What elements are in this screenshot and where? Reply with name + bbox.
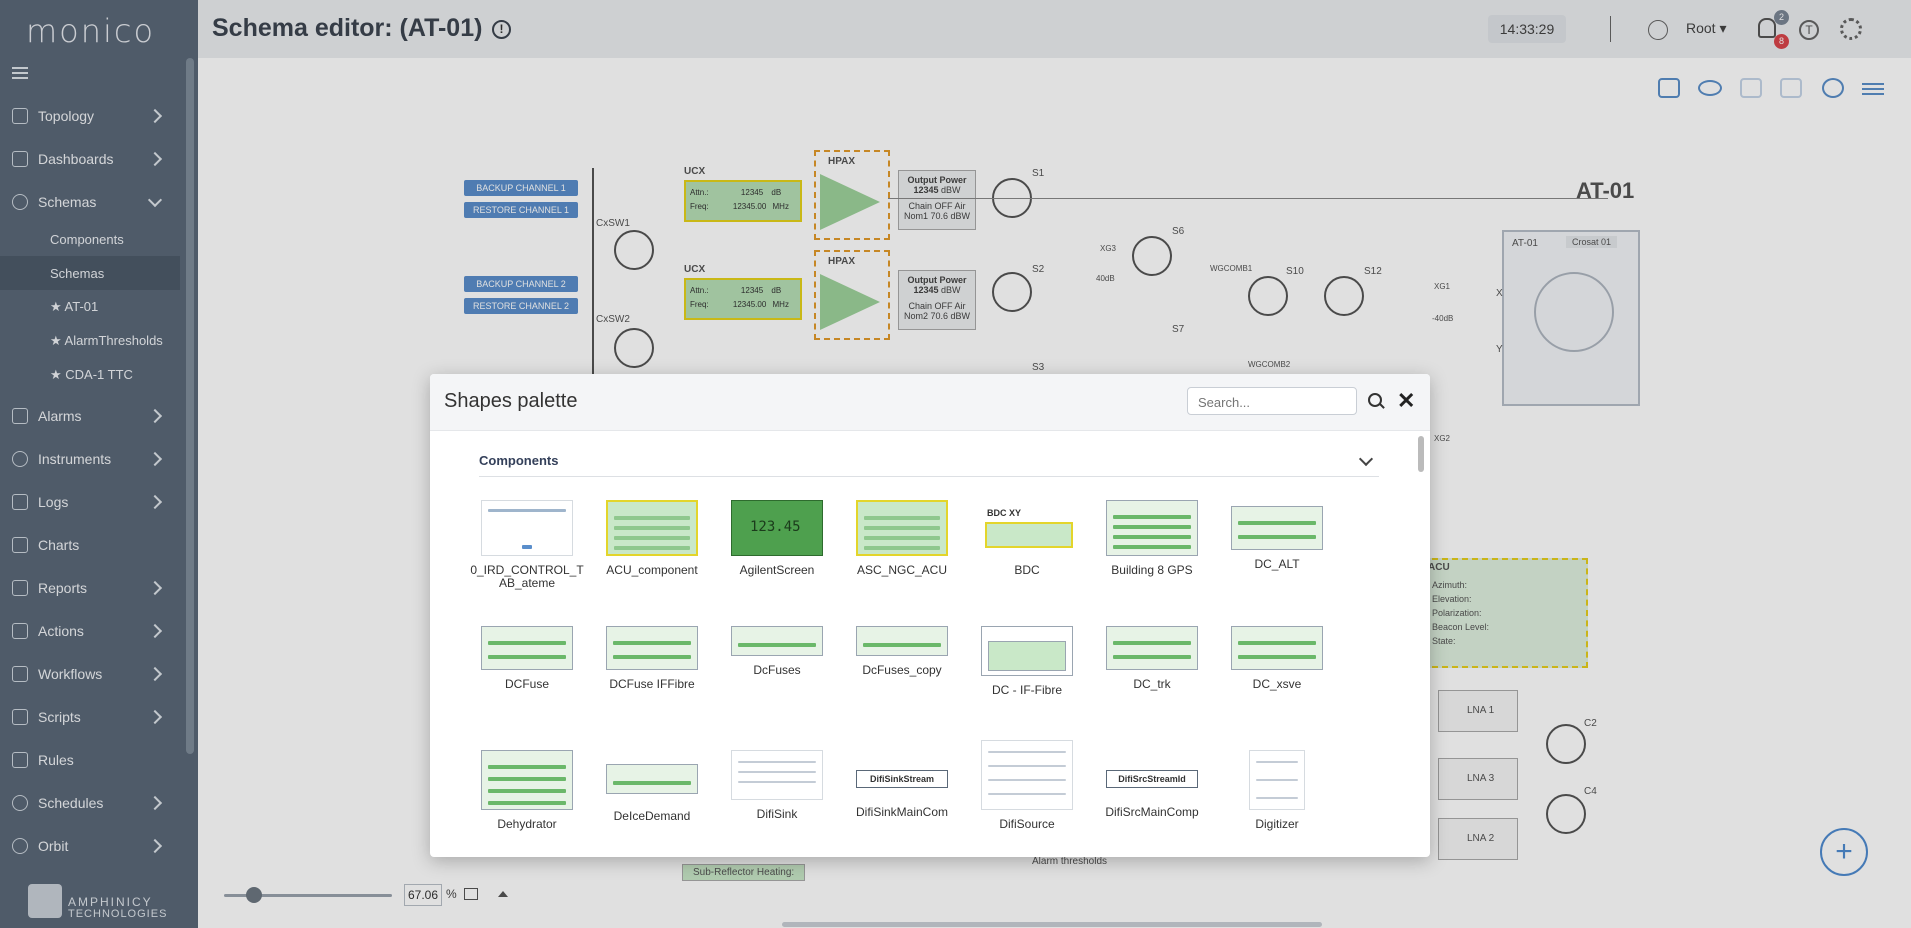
component-label: DifiSink [756,807,798,821]
component-label: DifiSrcMainComp [1105,805,1199,819]
component-tile[interactable]: DeIceDemand [594,750,710,823]
component-thumbnail: DifiSinkStream [856,770,948,788]
shapes-palette-dialog: Shapes palette ✕ Components 0_IRD_CONTRO… [430,374,1430,857]
component-thumbnail [481,626,573,670]
stream-text: DifiSrcStreamId [1118,774,1186,784]
component-thumbnail [1231,626,1323,670]
component-label: DCFuse IFFibre [609,677,695,691]
component-thumbnail [481,750,573,810]
bdc-title: BDC XY [987,508,1022,518]
component-tile[interactable]: 0_IRD_CONTROL_TAB_ateme [469,500,585,590]
search-input[interactable] [1188,388,1340,416]
component-label: ASC_NGC_ACU [856,563,948,577]
component-thumbnail [481,500,573,556]
component-tile[interactable]: 123.45 AgilentScreen [719,500,835,577]
component-label: DC - IF-Fibre [992,683,1062,697]
component-tile[interactable]: ASC_NGC_ACU [844,500,960,577]
component-label: BDC [1014,563,1040,577]
component-tile[interactable]: DC_xsve [1219,626,1335,691]
stream-text: DifiSinkStream [869,774,935,784]
component-thumbnail [856,626,948,656]
components-section-header[interactable]: Components [479,450,1379,477]
component-tile[interactable]: BDC XY BDC [969,500,1085,577]
component-tile[interactable]: Digitizer [1219,750,1335,831]
close-icon[interactable]: ✕ [1397,388,1415,414]
component-thumbnail [1106,500,1198,556]
search-icon[interactable] [1368,393,1382,407]
component-tile[interactable]: DcFuses_copy [844,626,960,677]
component-label: ACU_component [606,563,698,577]
component-label: DC_trk [1133,677,1171,691]
component-thumbnail [1106,626,1198,670]
component-label: DifiSinkMainCom [855,805,949,819]
component-label: DeIceDemand [613,809,691,823]
component-tile[interactable]: DC - IF-Fibre [969,626,1085,697]
component-thumbnail: BDC XY [981,500,1073,556]
component-thumbnail [1249,750,1305,810]
component-label: Digitizer [1255,817,1299,831]
component-thumbnail [606,764,698,794]
dialog-scrollbar[interactable] [1418,436,1424,472]
component-label: DcFuses_copy [862,663,942,677]
component-tile[interactable]: DifiSrcStreamId DifiSrcMainComp [1094,750,1210,819]
component-label: AgilentScreen [739,563,815,577]
component-label: DC_ALT [1254,557,1300,571]
component-tile[interactable]: Building 8 GPS [1094,500,1210,577]
component-thumbnail [731,750,823,800]
component-thumbnail [606,500,698,556]
component-label: DC_xsve [1252,677,1302,691]
component-thumbnail: DifiSrcStreamId [1106,770,1198,788]
component-tile[interactable]: DC_trk [1094,626,1210,691]
component-label: DcFuses [753,663,801,677]
component-tile[interactable]: ACU_component [594,500,710,577]
component-tile[interactable]: Dehydrator [469,750,585,831]
agilent-readout: 123.45 [750,519,801,535]
dialog-title: Shapes palette [444,390,578,412]
component-thumbnail [856,500,948,556]
component-label: Building 8 GPS [1111,563,1193,577]
component-tile[interactable]: DCFuse [469,626,585,691]
component-thumbnail: 123.45 [731,500,823,556]
component-tile[interactable]: DifiSinkStream DifiSinkMainCom [844,750,960,819]
component-label: DifiSource [999,817,1055,831]
component-tile[interactable]: DcFuses [719,626,835,677]
component-thumbnail [606,626,698,670]
component-label: Dehydrator [497,817,557,831]
component-label: DCFuse [504,677,549,691]
section-title: Components [479,453,559,468]
component-thumbnail [981,740,1073,810]
component-tile[interactable]: DC_ALT [1219,500,1335,571]
dialog-header: Shapes palette ✕ [430,374,1430,431]
component-tile[interactable]: DCFuse IFFibre [594,626,710,691]
dialog-body: Components 0_IRD_CONTROL_TAB_ateme ACU_c… [430,430,1430,857]
component-thumbnail [731,626,823,656]
chevron-down-icon[interactable] [1358,451,1374,467]
component-tile[interactable]: DifiSource [969,740,1085,831]
component-label: 0_IRD_CONTROL_TAB_ateme [470,563,584,590]
component-thumbnail [1231,506,1323,550]
component-thumbnail [981,626,1073,676]
component-tile[interactable]: DifiSink [719,750,835,821]
search-field[interactable] [1187,387,1357,416]
